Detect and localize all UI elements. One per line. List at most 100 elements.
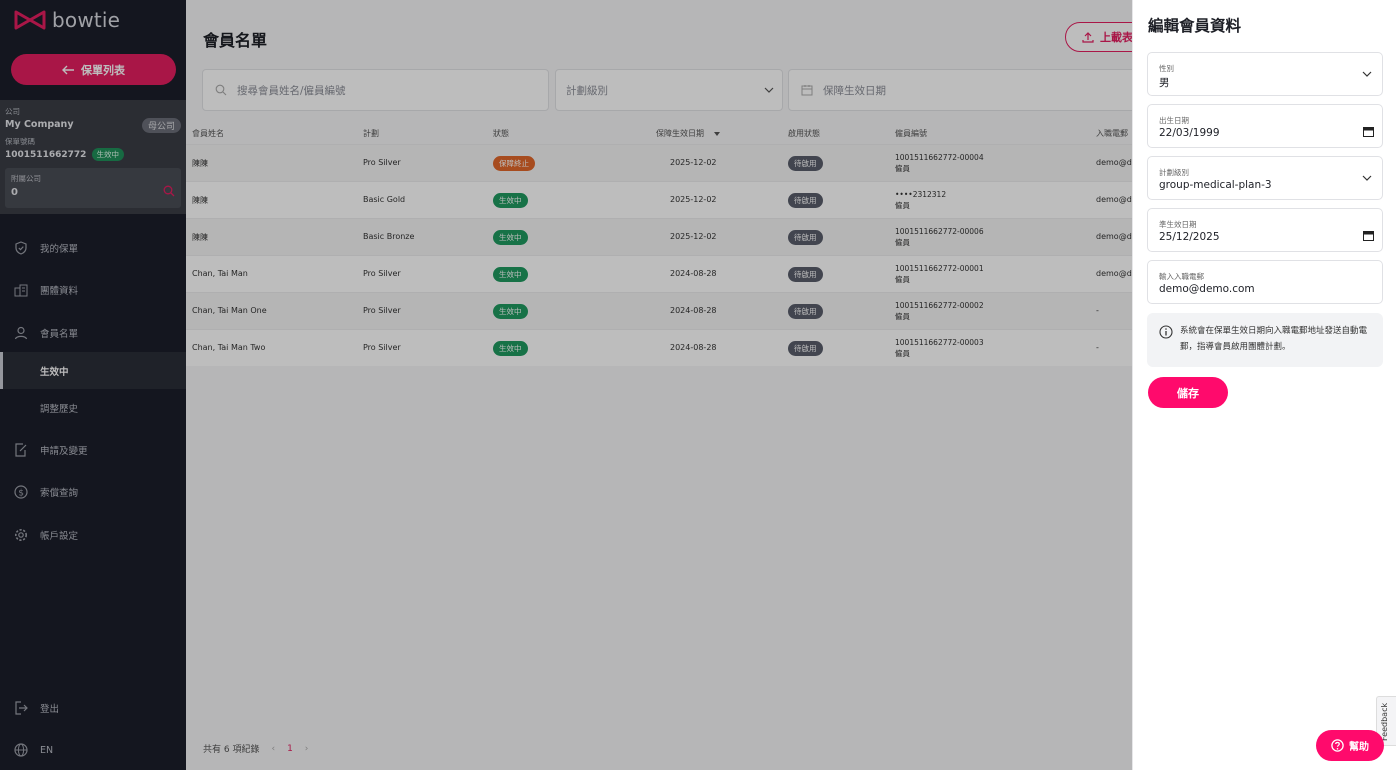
nav-language[interactable]: EN — [0, 732, 186, 768]
table-row[interactable]: 陳陳 Basic Gold 生效中 2025-12-02 待啟用 ••••2312312 僱… — [186, 181, 1132, 218]
policy-status-badge: 生效中 — [91, 148, 125, 161]
feedback-label: Feedback — [1380, 702, 1389, 741]
help-label: 幫助 — [1349, 742, 1369, 753]
plan-name: Pro Silver — [363, 306, 401, 315]
next-page-icon[interactable]: › — [305, 744, 309, 754]
activation-badge: 待啟用 — [788, 193, 823, 208]
status-badge: 生效中 — [493, 267, 528, 282]
plan-level-select[interactable]: 計劃級別 group-medical-plan-3 — [1147, 156, 1383, 200]
nav-member-list[interactable]: 會員名單 — [0, 315, 186, 351]
company-info: 公司 My Company 母公司 保單號碼 1001511662772 生效中… — [0, 100, 186, 214]
page-title: 會員名單 — [203, 31, 268, 50]
onboarding-email: demo@de — [1096, 232, 1132, 241]
brand-name: bowtie — [52, 8, 121, 32]
date-filter-input[interactable]: 保障生效日期 — [788, 69, 1132, 111]
email-label: 輸入入職電郵 — [1159, 272, 1204, 281]
plan-level-value: group-medical-plan-3 — [1159, 179, 1272, 191]
employee-no-cell: 1001511662772-00001 僱員 — [895, 263, 984, 285]
search-icon[interactable] — [163, 185, 175, 197]
calendar-icon[interactable] — [1363, 230, 1374, 241]
main-content: 會員名單 上載表 搜尋會員姓名/僱員編號 計劃級別 保障生效日期 會員姓名 計劃… — [186, 0, 1132, 770]
policy-number: 1001511662772 生效中 — [5, 148, 125, 161]
email-field[interactable]: 輸入入職電郵 demo@demo.com — [1147, 260, 1383, 304]
subsidiary-label: 附屬公司 — [11, 174, 41, 183]
table-row[interactable]: 陳陳 Basic Bronze 生效中 2025-12-02 待啟用 1001511662… — [186, 218, 1132, 255]
member-name: Chan, Tai Man Two — [192, 343, 266, 352]
chevron-down-icon — [1362, 175, 1372, 181]
search-input[interactable]: 搜尋會員姓名/僱員編號 — [202, 69, 549, 111]
sort-desc-icon[interactable] — [714, 129, 720, 137]
gender-select[interactable]: 性別 男 — [1147, 52, 1383, 96]
prev-page-icon[interactable]: ‹ — [271, 744, 275, 754]
save-button[interactable]: 儲存 — [1148, 377, 1228, 408]
dob-field[interactable]: 出生日期 22/03/1999 — [1147, 104, 1383, 148]
table-row[interactable]: Chan, Tai Man Pro Silver 生效中 2024-08-28 待啟用 1… — [186, 255, 1132, 292]
help-button[interactable]: 幫助 — [1316, 730, 1384, 761]
employee-no: 1001511662772-00003 — [895, 338, 984, 347]
activation-badge: 待啟用 — [788, 156, 823, 171]
plan-name: Pro Silver — [363, 269, 401, 278]
nav-applications[interactable]: 申請及變更 — [0, 432, 186, 468]
back-button-label: 保單列表 — [81, 63, 125, 77]
status-badge: 保障終止 — [493, 156, 535, 171]
back-to-policy-list-button[interactable]: 保單列表 — [11, 54, 176, 85]
nav-logout[interactable]: 登出 — [0, 690, 186, 726]
column-header[interactable]: 狀態 — [493, 128, 509, 139]
table-row[interactable]: Chan, Tai Man One Pro Silver 生效中 2024-08-28… — [186, 292, 1132, 329]
column-header[interactable]: 啟用狀態 — [788, 128, 820, 139]
effective-date: 2024-08-28 — [670, 269, 717, 278]
onboarding-email: demo@de — [1096, 195, 1132, 204]
pagination: 共有 6 項紀錄 ‹ 1 › — [203, 742, 309, 756]
table-row[interactable]: Chan, Tai Man Two Pro Silver 生效中 2024-08-28… — [186, 329, 1132, 366]
bowtie-logo[interactable]: bowtie — [14, 8, 120, 32]
effective-date: 2024-08-28 — [670, 306, 717, 315]
member-name: 陳陳 — [192, 159, 208, 168]
column-header[interactable]: 入職電郵 — [1096, 128, 1128, 139]
activation-badge: 待啟用 — [788, 341, 823, 356]
column-header[interactable]: 保障生效日期 — [656, 128, 704, 139]
employee-no-cell: 1001511662772-00003 僱員 — [895, 337, 984, 359]
employee-role: 僱員 — [895, 349, 910, 358]
nav-claims[interactable]: $ 索償查詢 — [0, 474, 186, 510]
plan-name: Basic Bronze — [363, 232, 415, 241]
employee-no: ••••2312312 — [895, 190, 947, 199]
gender-label: 性別 — [1159, 64, 1174, 73]
nav-sub-active[interactable]: 生效中 — [0, 352, 186, 389]
nav-label: 會員名單 — [40, 329, 79, 340]
nav-my-policy[interactable]: 我的保單 — [0, 230, 186, 266]
upload-button[interactable]: 上載表 — [1065, 22, 1132, 52]
employee-no-cell: ••••2312312 僱員 — [895, 189, 946, 211]
employee-no: 1001511662772-00004 — [895, 153, 984, 162]
parent-company-badge: 母公司 — [141, 118, 181, 133]
employee-role: 僱員 — [895, 312, 910, 321]
nav-sub-history[interactable]: 調整歷史 — [0, 389, 186, 426]
nav-group-info[interactable]: 團體資料 — [0, 272, 186, 308]
status-badge: 生效中 — [493, 341, 528, 356]
calendar-icon[interactable] — [1363, 126, 1374, 137]
table-header: 會員姓名 計劃 狀態 保障生效日期 啟用狀態 僱員編號 入職電郵 — [186, 122, 1132, 144]
member-name: 陳陳 — [192, 233, 208, 242]
column-header[interactable]: 計劃 — [363, 128, 379, 139]
onboarding-email: demo@de — [1096, 269, 1132, 278]
dob-label: 出生日期 — [1159, 116, 1189, 125]
employee-no: 1001511662772-00002 — [895, 301, 984, 310]
nav-label: 申請及變更 — [40, 446, 88, 457]
search-icon — [215, 84, 227, 96]
subsidiary-selector[interactable]: 附屬公司 0 — [5, 168, 181, 208]
nav-account-settings[interactable]: 帳戶設定 — [0, 517, 186, 553]
building-icon — [14, 284, 28, 297]
table-row[interactable]: 陳陳 Pro Silver 保障終止 2025-12-02 待啟用 10015116627… — [186, 144, 1132, 181]
column-header[interactable]: 會員姓名 — [192, 128, 224, 139]
column-header[interactable]: 僱員編號 — [895, 128, 927, 139]
plan-name: Pro Silver — [363, 343, 401, 352]
edit-doc-icon — [15, 443, 27, 457]
status-badge: 生效中 — [493, 193, 528, 208]
employee-role: 僱員 — [895, 164, 910, 173]
page-number-current[interactable]: 1 — [287, 744, 293, 754]
help-icon — [1331, 739, 1344, 752]
effective-date-field[interactable]: 準生效日期 25/12/2025 — [1147, 208, 1383, 252]
employee-role: 僱員 — [895, 275, 910, 284]
employee-no-cell: 1001511662772-00002 僱員 — [895, 300, 984, 322]
plan-filter-select[interactable]: 計劃級別 — [555, 69, 783, 111]
onboarding-email: demo@de — [1096, 158, 1132, 167]
